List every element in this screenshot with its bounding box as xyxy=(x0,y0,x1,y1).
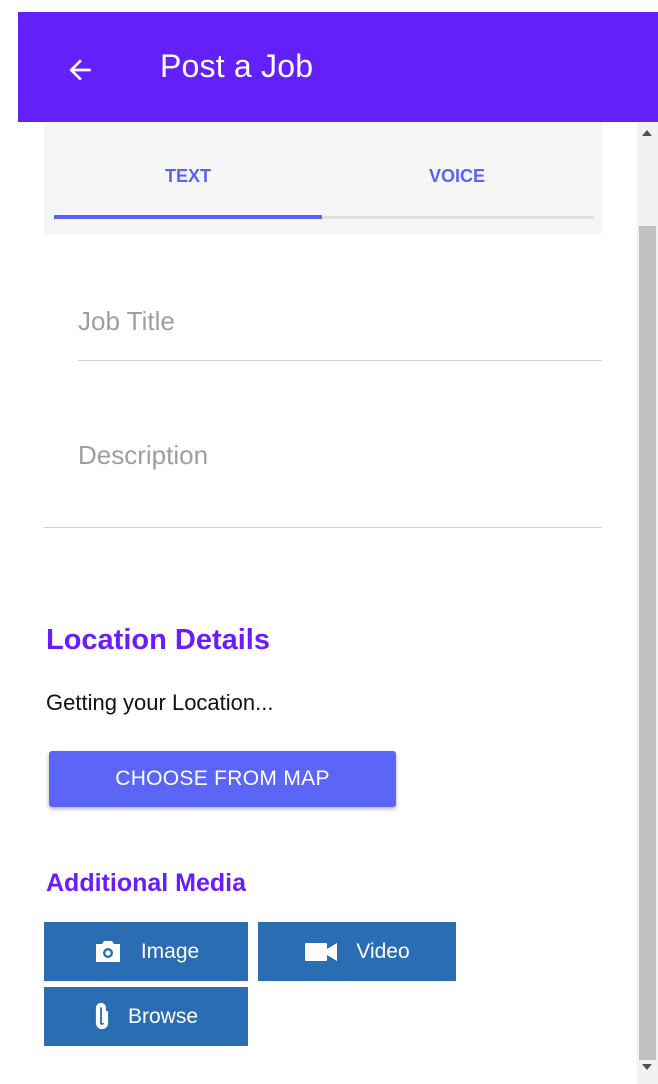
browse-button[interactable]: Browse xyxy=(44,987,248,1046)
video-button[interactable]: Video xyxy=(258,922,456,981)
image-button[interactable]: Image xyxy=(44,922,248,981)
arrow-left-icon xyxy=(69,59,91,81)
tab-indicator xyxy=(54,215,322,219)
choose-from-map-button[interactable]: CHOOSE FROM MAP xyxy=(49,751,396,807)
back-button[interactable] xyxy=(64,54,96,86)
job-title-input[interactable]: Job Title xyxy=(78,306,175,337)
camera-icon xyxy=(95,940,120,962)
job-title-underline xyxy=(78,360,602,361)
tab-voice[interactable]: VOICE xyxy=(322,166,592,187)
video-button-label: Video xyxy=(356,939,410,963)
scrollbar[interactable] xyxy=(637,122,658,1084)
scroll-down-arrow-icon[interactable] xyxy=(642,1064,652,1070)
scroll-up-arrow-icon[interactable] xyxy=(642,130,652,136)
description-input[interactable]: Description xyxy=(78,440,208,471)
tab-bar: TEXT VOICE xyxy=(44,122,602,234)
page-title: Post a Job xyxy=(160,48,314,84)
paperclip-icon xyxy=(95,1002,109,1029)
image-button-label: Image xyxy=(140,939,200,963)
browse-button-label: Browse xyxy=(127,1004,199,1028)
app-bar: Post a Job xyxy=(18,12,658,122)
location-details-heading: Location Details xyxy=(46,624,270,656)
description-underline xyxy=(44,527,602,528)
scroll-thumb[interactable] xyxy=(639,226,656,1060)
additional-media-heading: Additional Media xyxy=(46,869,246,897)
videocam-icon xyxy=(305,942,338,961)
tab-text[interactable]: TEXT xyxy=(54,166,322,187)
location-status: Getting your Location... xyxy=(46,690,274,715)
